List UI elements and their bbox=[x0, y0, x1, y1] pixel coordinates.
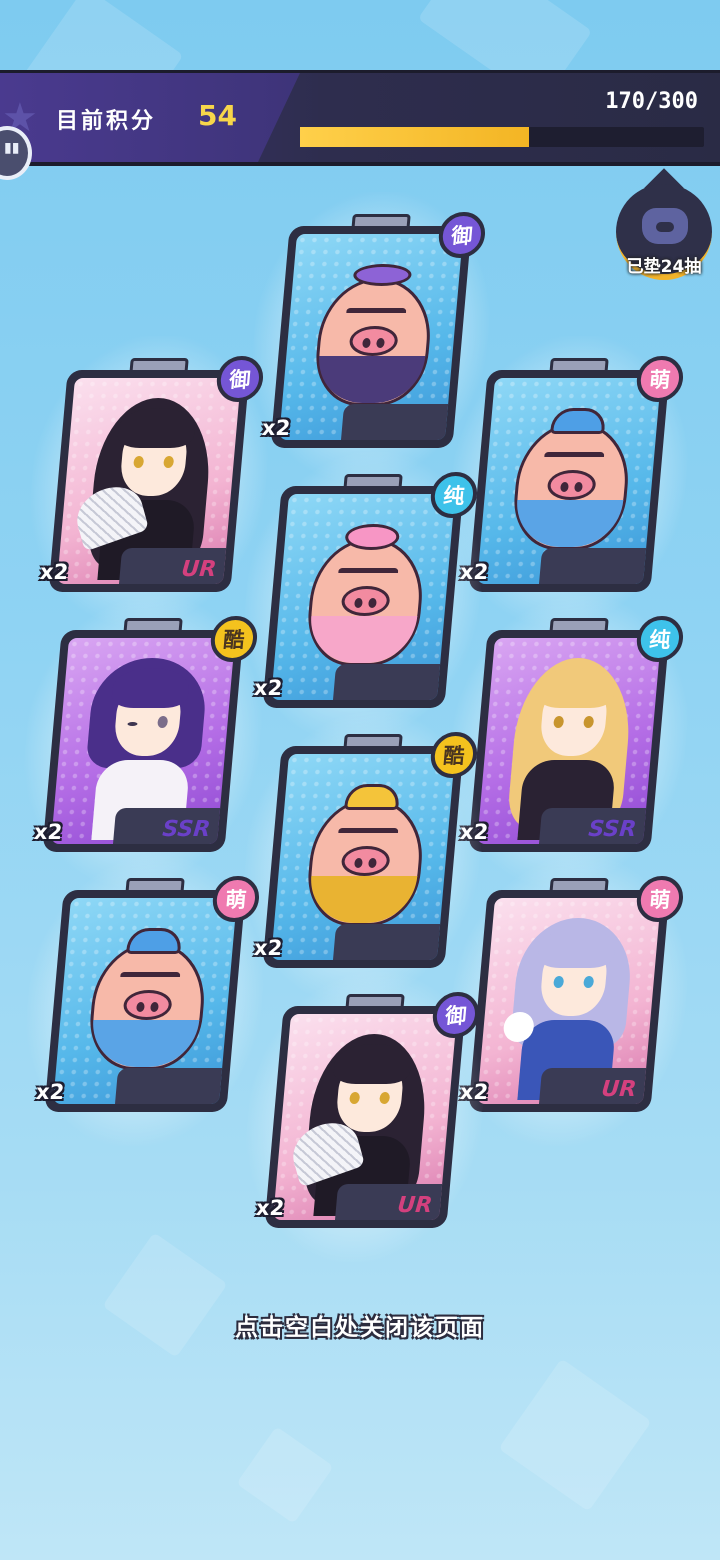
reward-card[interactable]: 酷 x2 bbox=[233, 712, 493, 1002]
score-header: ★ 目前积分 54 170/300 bbox=[0, 70, 720, 166]
reward-card[interactable]: 纯 x2 bbox=[233, 452, 493, 742]
reward-card[interactable]: 御 x2 bbox=[241, 192, 501, 482]
score-label: 目前积分 bbox=[56, 109, 157, 134]
progress-text: 170/300 bbox=[605, 89, 698, 114]
card-count: x2 bbox=[34, 1080, 66, 1104]
reward-card[interactable]: SSR 纯 x2 bbox=[439, 596, 699, 886]
card-count: x2 bbox=[38, 560, 70, 584]
fringe bbox=[536, 668, 617, 708]
card-corner-tab bbox=[332, 924, 441, 960]
reward-card[interactable]: 萌 x2 bbox=[439, 336, 699, 626]
rarity-label: SSR bbox=[587, 817, 638, 842]
fringe bbox=[536, 928, 617, 968]
pig-character-image bbox=[303, 524, 428, 666]
fringe bbox=[116, 408, 197, 448]
pig-character-image bbox=[509, 408, 634, 550]
card-count: x2 bbox=[254, 1196, 286, 1220]
card-count: x2 bbox=[32, 820, 64, 844]
reward-card[interactable]: UR 萌 x2 bbox=[439, 856, 699, 1146]
progress-fill bbox=[300, 127, 530, 147]
fringe bbox=[332, 1044, 413, 1084]
card-corner-tab bbox=[332, 664, 441, 700]
reward-card[interactable]: 萌 x2 bbox=[15, 856, 275, 1146]
reward-card[interactable]: UR 御 x2 bbox=[19, 336, 279, 626]
rarity-label: UR bbox=[180, 557, 218, 582]
pig-icon bbox=[642, 208, 688, 244]
pig-eyes bbox=[543, 452, 605, 460]
pig-eyes bbox=[337, 568, 399, 576]
bg-decoration bbox=[236, 1426, 334, 1524]
rarity-label: UR bbox=[600, 1077, 638, 1102]
pity-badge: 已垫24抽 bbox=[612, 168, 716, 286]
pig-character-image bbox=[85, 928, 210, 1070]
bg-decoration bbox=[498, 1358, 652, 1512]
card-corner-tab bbox=[114, 1068, 223, 1104]
card-corner-tab bbox=[538, 548, 647, 584]
fringe bbox=[110, 668, 191, 708]
progress-bar bbox=[300, 127, 704, 147]
rarity-label: UR bbox=[396, 1193, 434, 1218]
card-corner-tab bbox=[340, 404, 449, 440]
score-value: 54 bbox=[198, 99, 237, 132]
pig-eyes bbox=[119, 972, 181, 980]
reward-card[interactable]: SSR 酷 x2 bbox=[13, 596, 273, 886]
close-hint: 点击空白处关闭该页面 bbox=[235, 1315, 485, 1341]
pig-sunglasses bbox=[352, 264, 413, 286]
pig-character-image bbox=[303, 784, 428, 926]
pig-character-image bbox=[311, 264, 436, 406]
rarity-label: SSR bbox=[161, 817, 212, 842]
reward-card[interactable]: UR 御 x2 bbox=[235, 972, 495, 1262]
pig-eyes bbox=[345, 308, 407, 316]
pity-text: 已垫24抽 bbox=[626, 257, 702, 277]
pig-eyes bbox=[337, 828, 399, 836]
